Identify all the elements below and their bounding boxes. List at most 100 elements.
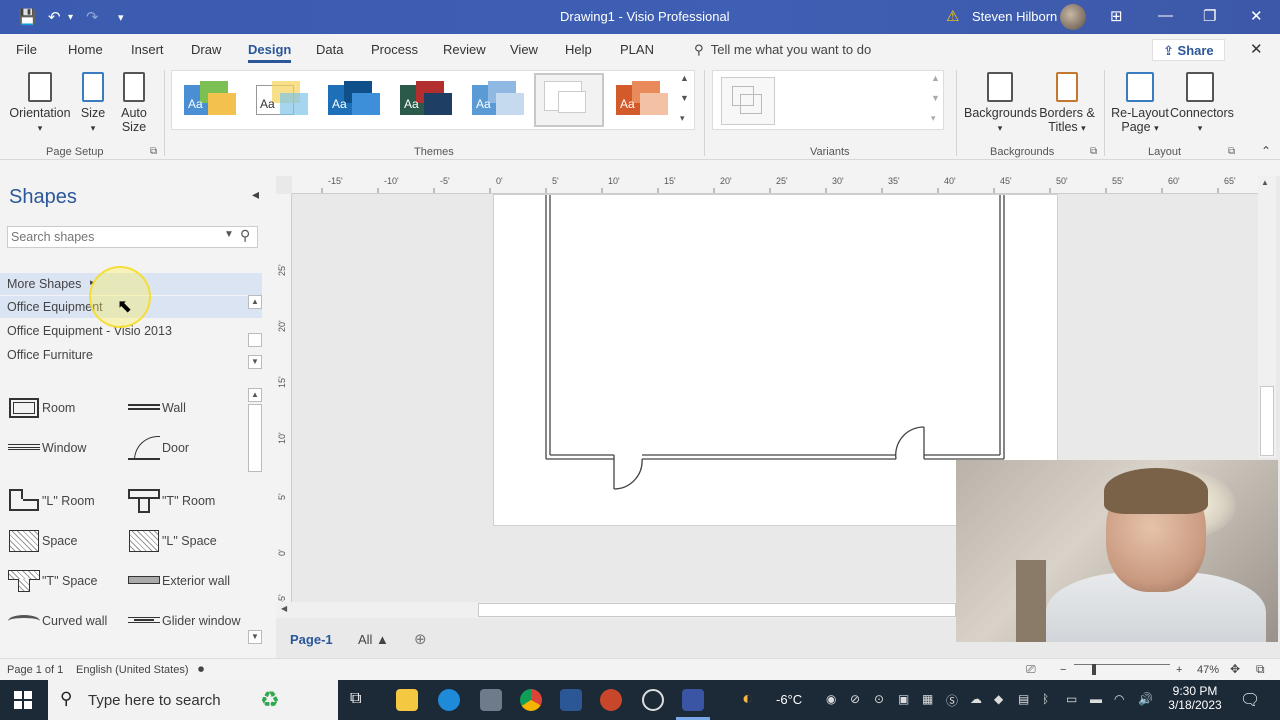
task-view-icon[interactable]: ⧉ (350, 690, 361, 708)
close-pane-icon[interactable]: ✕ (1250, 40, 1263, 58)
collapse-pane-icon[interactable]: ◂ (252, 186, 259, 203)
search-icon[interactable]: ⚲ (240, 227, 250, 244)
search-shapes-field[interactable]: ▼ ⚲ (7, 226, 258, 248)
shapes-scroll-thumb[interactable] (248, 404, 262, 472)
gallery-up-icon[interactable]: ▲ (680, 73, 689, 83)
weather-temp[interactable]: -6°C (776, 692, 802, 707)
zoom-slider-thumb[interactable] (1092, 664, 1096, 675)
shapes-scroll-up-icon[interactable]: ▲ (248, 388, 262, 402)
shape-exterior-wall[interactable]: Exterior wall (128, 569, 248, 595)
macro-record-icon[interactable]: ⏺ (198, 662, 204, 677)
system-clock[interactable]: 9:30 PM 3/18/2023 (1164, 684, 1226, 712)
shape-l-space[interactable]: "L" Space (128, 529, 238, 555)
scroll-left-icon[interactable]: ◀ (281, 604, 287, 613)
vertical-scrollbar[interactable]: ▲ (1258, 176, 1276, 458)
skype-icon[interactable]: Ⓢ (946, 692, 958, 709)
user-name[interactable]: Steven Hilborn (972, 9, 1057, 24)
dropbox-icon[interactable]: ◆ (994, 692, 1003, 706)
avatar[interactable] (1060, 4, 1086, 30)
save-icon[interactable]: 💾 (18, 8, 37, 26)
tab-design[interactable]: Design (248, 42, 292, 63)
obs-icon[interactable] (642, 689, 664, 711)
close-button[interactable]: ✕ (1250, 7, 1263, 25)
chrome-icon[interactable] (520, 689, 542, 711)
zoom-level[interactable]: 47% (1197, 664, 1219, 676)
chevron-down-icon[interactable]: ▼ (224, 229, 234, 240)
stencil-office-furniture[interactable]: Office Furniture (0, 344, 262, 366)
scroll-up-icon[interactable]: ▲ (1261, 178, 1269, 187)
shape-window[interactable]: Window (8, 436, 118, 462)
tab-help[interactable]: Help (565, 42, 592, 57)
theme-option[interactable]: Aa (178, 79, 240, 127)
theme-option-none-selected[interactable] (534, 73, 604, 127)
tab-draw[interactable]: Draw (191, 42, 221, 57)
presentation-mode-icon[interactable]: ⎚ (1026, 662, 1036, 677)
edge-icon[interactable] (438, 689, 460, 711)
tab-page-1[interactable]: Page-1 (290, 632, 333, 647)
tab-data[interactable]: Data (316, 42, 343, 57)
borders-titles-button[interactable]: Borders & Titles ▾ (1036, 72, 1098, 134)
horizontal-scrollbar[interactable]: ◀ (276, 602, 956, 618)
tray-icon[interactable]: ◉ (826, 692, 836, 706)
orientation-button[interactable]: Orientation ▾ (8, 72, 72, 134)
snipping-tool-icon[interactable] (480, 689, 502, 711)
share-button[interactable]: ⇪ Share (1152, 39, 1225, 61)
page-setup-launcher-icon[interactable]: ⧉ (150, 146, 157, 157)
tab-review[interactable]: Review (443, 42, 486, 57)
shape-t-space[interactable]: "T" Space (8, 569, 118, 595)
layout-launcher-icon[interactable]: ⧉ (1228, 146, 1235, 157)
warning-icon[interactable]: ⚠ (946, 7, 959, 25)
customize-quick-access-icon[interactable]: ▾ (118, 11, 124, 24)
shape-glider-window[interactable]: Glider window (128, 609, 248, 635)
stencil-scroll-thumb[interactable] (248, 333, 262, 347)
theme-option[interactable]: Aa (250, 79, 312, 127)
shape-curved-wall[interactable]: Curved wall (8, 609, 118, 635)
switch-windows-icon[interactable]: ⧉ (1256, 662, 1265, 677)
language-indicator[interactable]: English (United States) (76, 664, 189, 676)
onedrive-icon[interactable]: ☁ (970, 692, 982, 706)
wifi-icon[interactable]: ◠ (1114, 692, 1124, 706)
visio-icon[interactable] (682, 689, 704, 711)
tab-process[interactable]: Process (371, 42, 418, 57)
add-page-icon[interactable]: ⊕ (414, 630, 427, 648)
shape-door[interactable]: Door (128, 436, 238, 462)
stencil-scroll-down-icon[interactable]: ▼ (248, 355, 262, 369)
bluetooth-icon[interactable]: ᛒ (1042, 692, 1049, 706)
relayout-page-button[interactable]: Re-Layout Page ▾ (1110, 72, 1170, 134)
battery-icon[interactable]: ▬ (1090, 692, 1102, 706)
file-explorer-icon[interactable] (396, 689, 418, 711)
shape-space[interactable]: Space (8, 529, 118, 555)
ribbon-display-options-icon[interactable]: ⊞ (1110, 7, 1123, 25)
volume-icon[interactable]: 🔊 (1138, 692, 1153, 706)
tab-file[interactable]: File (16, 42, 37, 57)
theme-option[interactable]: Aa (610, 79, 672, 127)
tray-icon[interactable]: ▦ (922, 692, 933, 706)
tell-me-search[interactable]: ⚲ Tell me what you want to do (694, 42, 871, 58)
stencil-scroll-up-icon[interactable]: ▲ (248, 295, 262, 309)
backgrounds-launcher-icon[interactable]: ⧉ (1090, 146, 1097, 157)
tray-icon[interactable]: ▭ (1066, 692, 1077, 706)
theme-option[interactable]: Aa (466, 79, 528, 127)
tab-view[interactable]: View (510, 42, 538, 57)
size-button[interactable]: Size ▾ (78, 72, 108, 134)
notifications-icon[interactable]: 🗨 (1240, 690, 1260, 710)
taskbar-search[interactable]: ⚲ Type here to search ♻ (48, 680, 338, 720)
collapse-ribbon-icon[interactable]: ⌃ (1261, 144, 1271, 158)
connectors-button[interactable]: Connectors ▾ (1170, 72, 1234, 134)
undo-icon[interactable]: ↶ (48, 8, 61, 26)
page-count[interactable]: Page 1 of 1 (7, 664, 63, 676)
shape-room[interactable]: Room (8, 396, 118, 422)
restore-button[interactable]: ❐ (1203, 7, 1216, 25)
shapes-scroll-down-icon[interactable]: ▼ (248, 630, 262, 644)
all-pages-button[interactable]: All ▲ (358, 632, 389, 647)
fit-page-icon[interactable]: ✥ (1230, 662, 1240, 676)
auto-size-button[interactable]: Auto Size (116, 72, 152, 134)
gallery-down-icon[interactable]: ▼ (680, 93, 689, 103)
theme-option[interactable]: Aa (322, 79, 384, 127)
windows-start-icon[interactable] (14, 691, 32, 709)
theme-option[interactable]: Aa (394, 79, 456, 127)
horizontal-scroll-thumb[interactable] (478, 603, 956, 617)
zoom-in-icon[interactable]: + (1176, 664, 1182, 676)
search-shapes-input[interactable] (8, 227, 218, 247)
weather-icon[interactable]: ◐ (742, 688, 753, 709)
